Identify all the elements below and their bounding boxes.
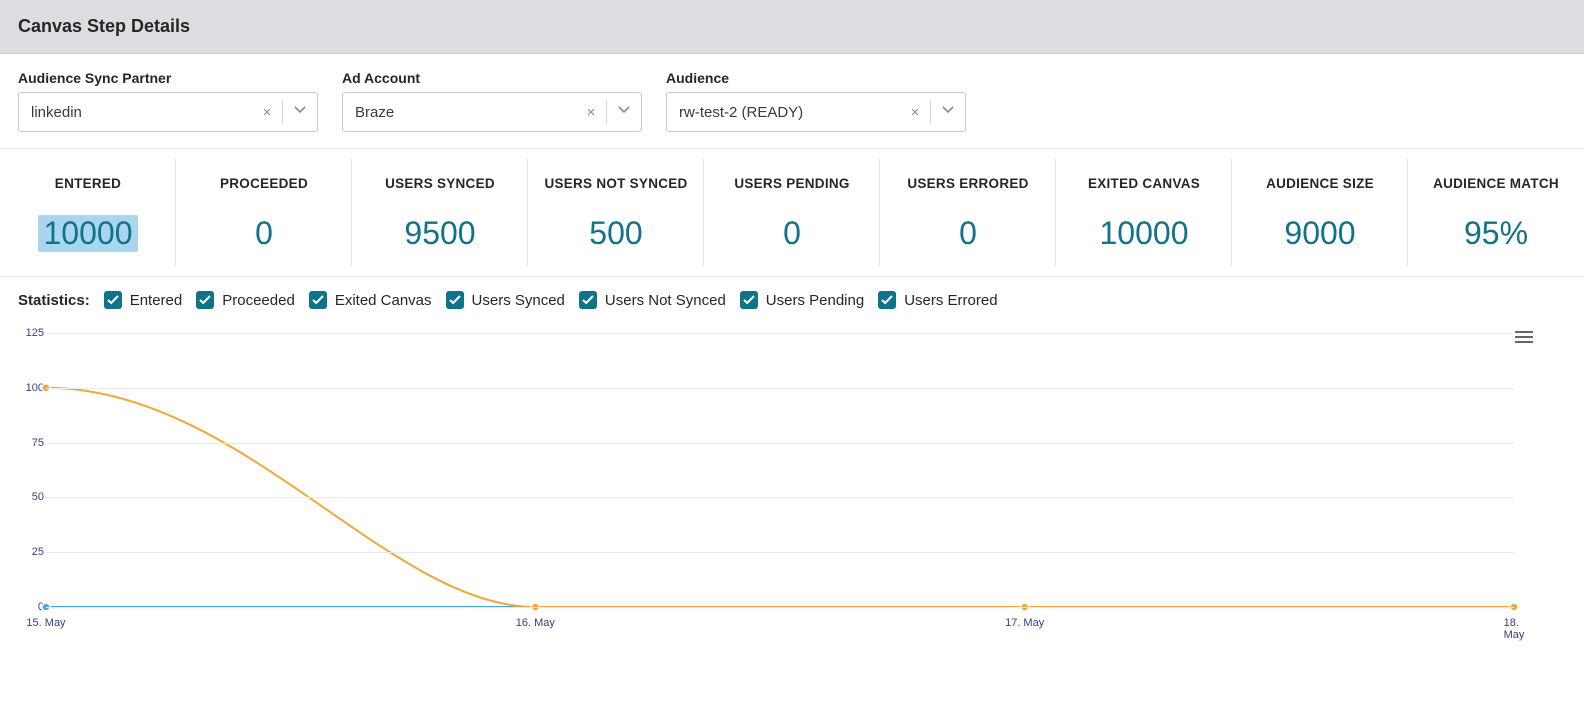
- chart-area: 0255075100125 15. May16. May17. May18. M…: [46, 333, 1514, 633]
- checkbox-label: Users Synced: [472, 292, 565, 309]
- metric-exited-canvas[interactable]: EXITED CANVAS 10000: [1056, 149, 1232, 276]
- filter-partner-label: Audience Sync Partner: [18, 70, 318, 86]
- filter-audience-group: Audience rw-test-2 (READY) ×: [666, 70, 966, 132]
- metric-label: USERS NOT SYNCED: [536, 167, 696, 201]
- checkbox-icon: [579, 291, 597, 309]
- checkbox-label: Users Errored: [904, 292, 997, 309]
- chart-svg: [46, 333, 1514, 607]
- filter-partner-value: linkedin: [19, 104, 252, 121]
- metric-value: 0: [888, 215, 1048, 252]
- checkbox-users-synced[interactable]: Users Synced: [446, 291, 565, 309]
- chart-ytick: 125: [26, 327, 44, 339]
- chart-xtick: 17. May: [1005, 617, 1044, 629]
- checkbox-label: Proceeded: [222, 292, 295, 309]
- checkbox-label: Users Not Synced: [605, 292, 726, 309]
- metric-value: 95%: [1416, 215, 1576, 252]
- filter-account-group: Ad Account Braze ×: [342, 70, 642, 132]
- metric-users-errored[interactable]: USERS ERRORED 0: [880, 149, 1056, 276]
- checkbox-users-errored[interactable]: Users Errored: [878, 291, 997, 309]
- clear-icon[interactable]: ×: [900, 104, 930, 121]
- chart-ytick: 25: [32, 546, 44, 558]
- filter-account-value: Braze: [343, 104, 576, 121]
- checkbox-icon: [740, 291, 758, 309]
- checkbox-label: Exited Canvas: [335, 292, 432, 309]
- checkbox-exited-canvas[interactable]: Exited Canvas: [309, 291, 432, 309]
- metric-value: 500: [536, 215, 696, 252]
- metric-label: PROCEEDED: [184, 167, 344, 201]
- metric-audience-size[interactable]: AUDIENCE SIZE 9000: [1232, 149, 1408, 276]
- metric-value: 0: [184, 215, 344, 252]
- metric-label: EXITED CANVAS: [1064, 167, 1224, 201]
- statistics-label: Statistics:: [18, 292, 90, 309]
- metric-value: 0: [712, 215, 872, 252]
- metric-label: AUDIENCE MATCH: [1416, 167, 1576, 201]
- filter-partner-select[interactable]: linkedin ×: [18, 92, 318, 132]
- checkbox-icon: [309, 291, 327, 309]
- metric-label: USERS ERRORED: [888, 167, 1048, 201]
- chart-xaxis: 15. May16. May17. May18. May: [46, 611, 1514, 633]
- checkbox-label: Users Pending: [766, 292, 864, 309]
- filters-row: Audience Sync Partner linkedin × Ad Acco…: [0, 54, 1584, 142]
- filter-account-label: Ad Account: [342, 70, 642, 86]
- chart-xtick: 15. May: [26, 617, 65, 629]
- chart-plot: [46, 333, 1514, 607]
- metric-proceeded[interactable]: PROCEEDED 0: [176, 149, 352, 276]
- page-header: Canvas Step Details: [0, 0, 1584, 54]
- filter-partner-group: Audience Sync Partner linkedin ×: [18, 70, 318, 132]
- metric-label: USERS PENDING: [712, 167, 872, 201]
- metric-label: USERS SYNCED: [360, 167, 520, 201]
- checkbox-label: Entered: [130, 292, 183, 309]
- chart-ytick: 50: [32, 491, 44, 503]
- metric-label: ENTERED: [8, 167, 168, 201]
- checkbox-users-not-synced[interactable]: Users Not Synced: [579, 291, 726, 309]
- page-title: Canvas Step Details: [18, 16, 190, 37]
- checkbox-icon: [196, 291, 214, 309]
- metric-users-not-synced[interactable]: USERS NOT SYNCED 500: [528, 149, 704, 276]
- filter-audience-select[interactable]: rw-test-2 (READY) ×: [666, 92, 966, 132]
- metric-value: 10000: [1064, 215, 1224, 252]
- metric-users-synced[interactable]: USERS SYNCED 9500: [352, 149, 528, 276]
- checkbox-proceeded[interactable]: Proceeded: [196, 291, 295, 309]
- chart-menu-button[interactable]: [1510, 323, 1538, 351]
- filter-audience-value: rw-test-2 (READY): [667, 104, 900, 121]
- metric-audience-match[interactable]: AUDIENCE MATCH 95%: [1408, 149, 1584, 276]
- metrics-row: ENTERED 10000 PROCEEDED 0 USERS SYNCED 9…: [0, 148, 1584, 277]
- checkbox-icon: [104, 291, 122, 309]
- clear-icon[interactable]: ×: [576, 104, 606, 121]
- metric-value: 10000: [38, 215, 139, 252]
- checkbox-entered[interactable]: Entered: [104, 291, 183, 309]
- filter-audience-label: Audience: [666, 70, 966, 86]
- clear-icon[interactable]: ×: [252, 104, 282, 121]
- chart-yaxis: 0255075100125: [14, 333, 44, 607]
- chart-xtick: 18. May: [1504, 617, 1525, 641]
- chart-ytick: 100: [26, 382, 44, 394]
- checkbox-icon: [878, 291, 896, 309]
- checkbox-icon: [446, 291, 464, 309]
- chevron-down-icon[interactable]: [607, 103, 641, 121]
- metric-label: AUDIENCE SIZE: [1240, 167, 1400, 201]
- chevron-down-icon[interactable]: [931, 103, 965, 121]
- filter-account-select[interactable]: Braze ×: [342, 92, 642, 132]
- chevron-down-icon[interactable]: [283, 103, 317, 121]
- statistics-row: Statistics: Entered Proceeded Exited Can…: [0, 277, 1584, 315]
- metric-entered[interactable]: ENTERED 10000: [0, 149, 176, 276]
- metric-value: 9000: [1240, 215, 1400, 252]
- metric-users-pending[interactable]: USERS PENDING 0: [704, 149, 880, 276]
- chart-ytick: 75: [32, 437, 44, 449]
- chart-xtick: 16. May: [516, 617, 555, 629]
- metric-value: 9500: [360, 215, 520, 252]
- checkbox-users-pending[interactable]: Users Pending: [740, 291, 864, 309]
